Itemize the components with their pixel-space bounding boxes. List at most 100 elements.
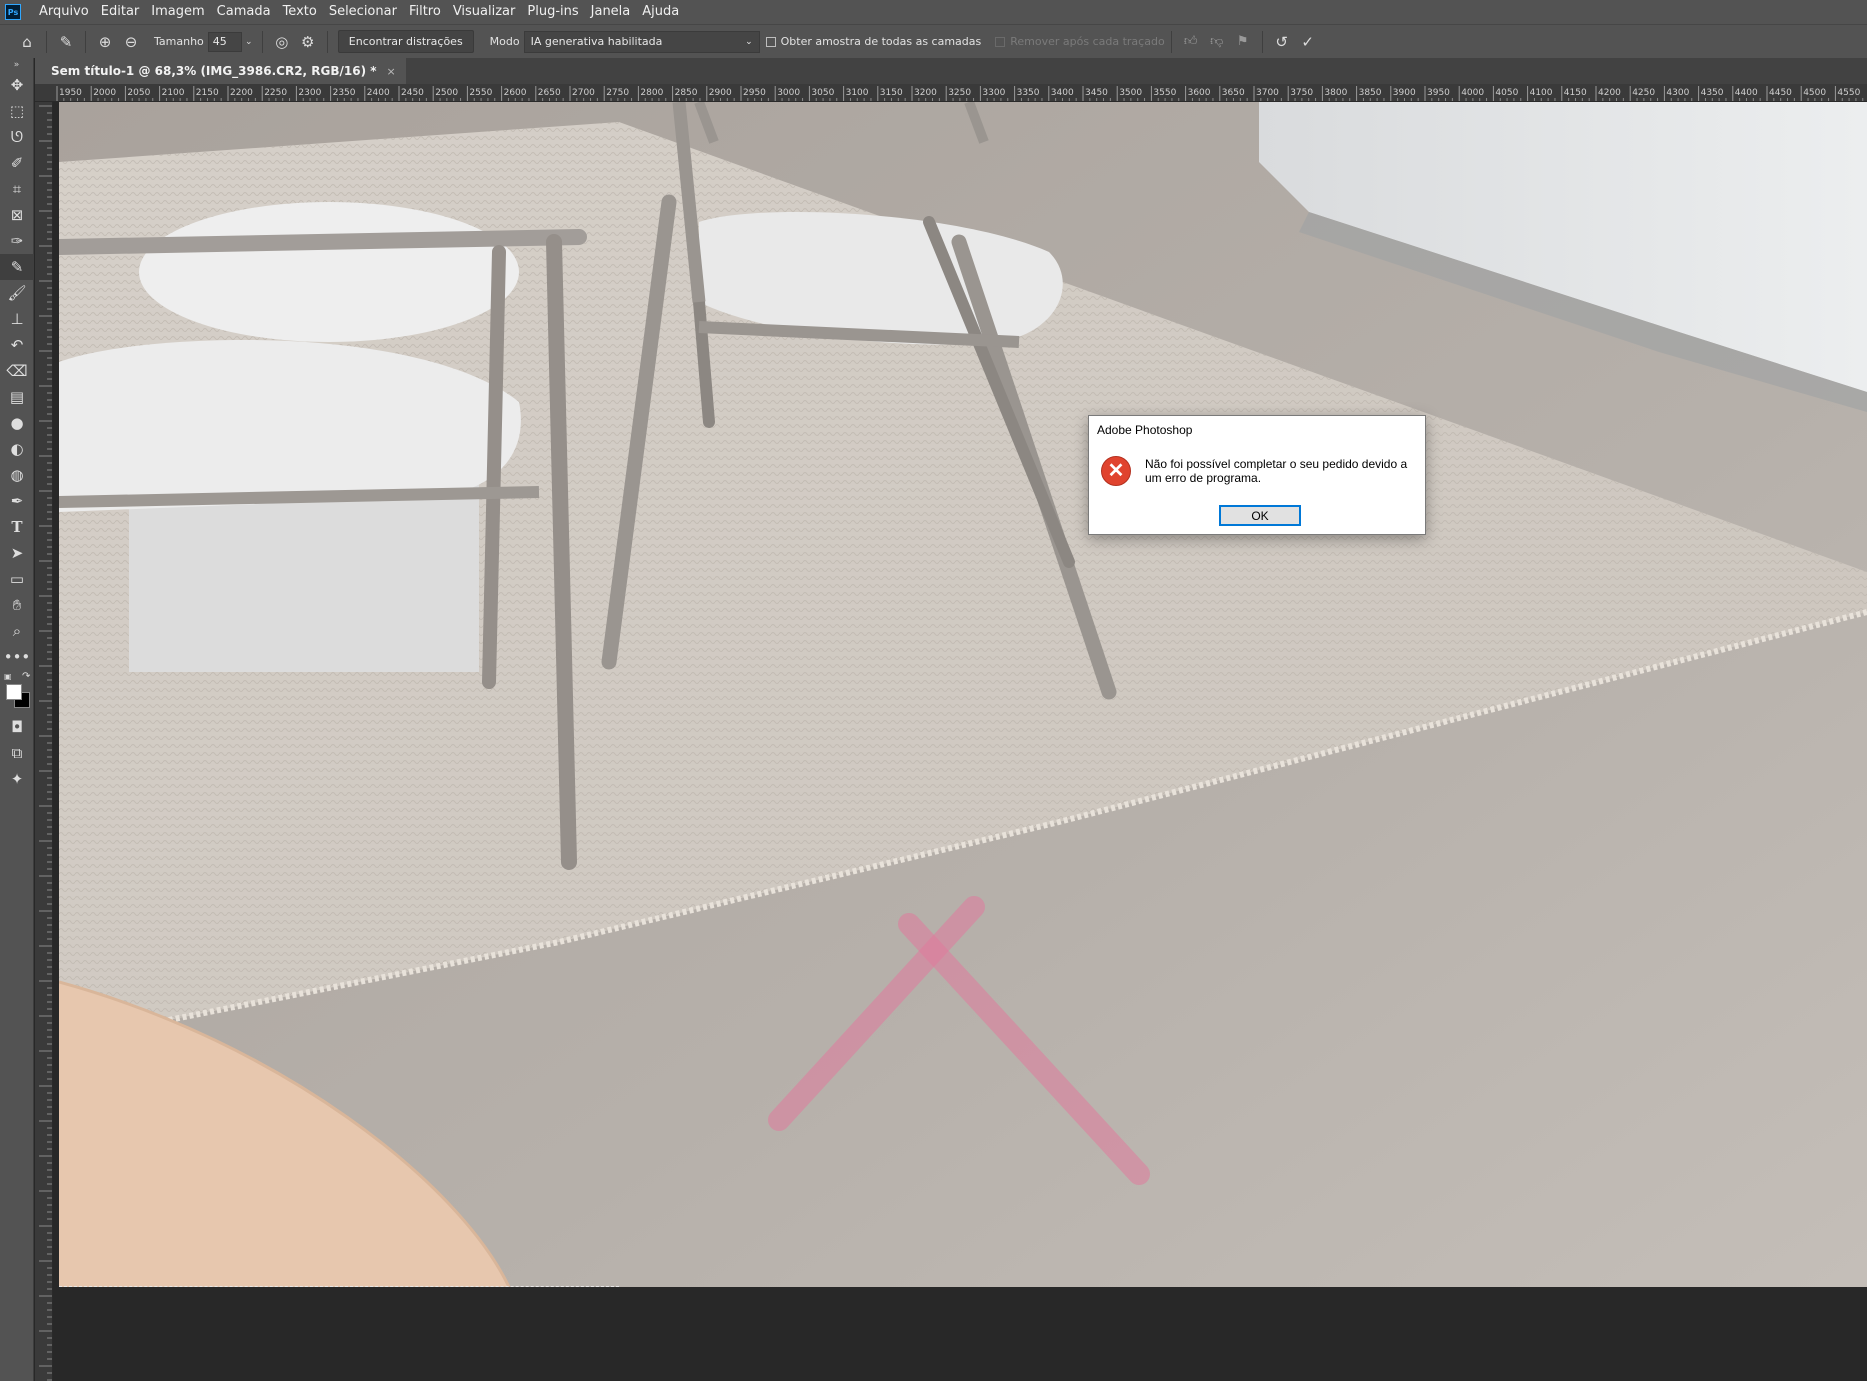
ruler-label: 3050 [811, 88, 834, 98]
menu-visualizar[interactable]: Visualizar [447, 0, 522, 24]
mode-select[interactable]: IA generativa habilitada ⌄ [523, 30, 760, 53]
home-icon[interactable]: ⌂ [14, 29, 40, 55]
ruler-label: 2250 [264, 88, 287, 98]
document-tab[interactable]: Sem título-1 @ 68,3% (IMG_3986.CR2, RGB/… [35, 58, 406, 84]
marquee-tool-icon[interactable]: ⬚ [0, 98, 34, 124]
size-input[interactable]: 45 [207, 31, 242, 52]
blur-tool-icon[interactable]: ● [0, 410, 34, 436]
ruler-label: 4350 [1701, 88, 1724, 98]
pen-tool-icon[interactable]: ✒ [0, 488, 34, 514]
document-image[interactable] [59, 102, 1867, 1287]
selection-marching-ants [59, 1286, 619, 1287]
eyedropper-tool-icon[interactable]: ✑ [0, 228, 34, 254]
menu-selecionar[interactable]: Selecionar [323, 0, 403, 24]
remove-tool-preset-icon[interactable]: ✎ [53, 29, 79, 55]
menu-bar: Ps Arquivo Editar Imagem Camada Texto Se… [0, 0, 1867, 24]
menu-plugins[interactable]: Plug-ins [521, 0, 584, 24]
size-label: Tamanho [154, 35, 204, 48]
thumbs-up-icon[interactable]: 👍︎ [1178, 29, 1204, 55]
options-divider [46, 30, 47, 53]
menu-editar[interactable]: Editar [95, 0, 146, 24]
ruler-label: 3350 [1017, 88, 1040, 98]
zoom-tool-icon[interactable]: ⌕ [0, 618, 34, 644]
remove-tool-icon[interactable]: ✎ [0, 254, 34, 280]
ruler-label: 3450 [1085, 88, 1108, 98]
default-colors-icon[interactable]: ▣ [4, 672, 13, 681]
options-bar: ⌂ ✎ ⊕ ⊖ Tamanho 45 ⌄ ◎ ⚙ Encontrar distr… [0, 24, 1867, 58]
ruler-label: 2550 [469, 88, 492, 98]
path-selection-tool-icon[interactable]: ➤ [0, 540, 34, 566]
ruler-label: 2350 [333, 88, 356, 98]
history-brush-tool-icon[interactable]: ↶ [0, 332, 34, 358]
commit-checkmark-icon[interactable]: ✓ [1295, 29, 1321, 55]
subtract-from-brush-icon[interactable]: ⊖ [118, 29, 144, 55]
ruler-label: 3300 [982, 88, 1005, 98]
sample-all-layers-checkbox[interactable] [765, 36, 776, 47]
menu-imagem[interactable]: Imagem [145, 0, 210, 24]
dialog-message: Não foi possível completar o seu pedido … [1145, 457, 1408, 485]
crop-tool-icon[interactable]: ⌗ [0, 176, 34, 202]
add-to-brush-icon[interactable]: ⊕ [92, 29, 118, 55]
menu-camada[interactable]: Camada [211, 0, 277, 24]
frame-tool-icon[interactable]: ⊠ [0, 202, 34, 228]
ruler-label: 1950 [59, 88, 82, 98]
chevron-down-icon[interactable]: ⌄ [242, 29, 256, 55]
ruler-label: 2700 [572, 88, 595, 98]
flag-icon[interactable]: ⚑ [1230, 29, 1256, 55]
photo-scene [59, 102, 1867, 1287]
horizontal-ruler-scale: 1950 2000 2050 2100 2150 2200 2250 2300 2350 2400… [56, 86, 1864, 101]
more-tools-icon[interactable]: ••• [0, 644, 34, 670]
type-tool-icon[interactable]: T [0, 514, 34, 540]
rectangle-tool-icon[interactable]: ▭ [0, 566, 34, 592]
gear-icon[interactable]: ⚙ [295, 29, 321, 55]
dialog-title: Adobe Photoshop [1097, 423, 1193, 437]
remove-after-stroke-checkbox[interactable] [995, 36, 1006, 47]
ruler-label: 2050 [127, 88, 150, 98]
ruler-label: 2850 [675, 88, 698, 98]
brush-tool-icon[interactable]: 🖌︎ [0, 280, 34, 306]
canvas-area[interactable] [53, 102, 1867, 1381]
eraser-tool-icon[interactable]: ⌫ [0, 358, 34, 384]
gradient-tool-icon[interactable]: ▤ [0, 384, 34, 410]
hand-tool-icon[interactable]: ✋︎ [0, 592, 34, 618]
photoshop-logo: Ps [5, 4, 21, 20]
ruler-label: 3600 [1188, 88, 1211, 98]
error-dialog: Adobe Photoshop ✕ Não foi possível compl… [1088, 415, 1426, 535]
tools-panel: » ✥ ⬚ ᘎ ✐ ⌗ ⊠ ✑ ✎ 🖌︎ ⊥ ↶ ⌫ ▤ ● ◐ ◍ ✒ T ➤… [0, 58, 34, 1381]
ruler-label: 4550 [1837, 88, 1860, 98]
sponge-tool-icon[interactable]: ◍ [0, 462, 34, 488]
menu-ajuda[interactable]: Ajuda [636, 0, 685, 24]
ruler-label: 2450 [401, 88, 424, 98]
lasso-tool-icon[interactable]: ᘎ [0, 124, 34, 150]
quick-mask-icon[interactable]: ◘ [0, 714, 34, 740]
dodge-tool-icon[interactable]: ◐ [0, 436, 34, 462]
ruler-label: 3650 [1222, 88, 1245, 98]
vertical-ruler-scale [39, 105, 52, 1381]
error-icon: ✕ [1101, 456, 1131, 486]
thumbs-down-icon[interactable]: 👎︎ [1204, 29, 1230, 55]
ok-button[interactable]: OK [1219, 505, 1301, 526]
menu-filtro[interactable]: Filtro [403, 0, 447, 24]
brush-pressure-icon[interactable]: ◎ [269, 29, 295, 55]
menu-texto[interactable]: Texto [277, 0, 323, 24]
foreground-color-swatch[interactable] [6, 684, 22, 700]
document-tab-title: Sem título-1 @ 68,3% (IMG_3986.CR2, RGB/… [51, 64, 377, 78]
generative-fill-icon[interactable]: ✦ [0, 766, 34, 792]
close-icon[interactable]: × [387, 65, 396, 78]
ruler-label: 2950 [743, 88, 766, 98]
quick-selection-tool-icon[interactable]: ✐ [0, 150, 34, 176]
collapse-panel-icon[interactable]: » [0, 58, 33, 72]
find-distractions-button[interactable]: Encontrar distrações [337, 30, 474, 53]
screen-mode-icon[interactable]: ⧉ [0, 740, 34, 766]
stamp-tool-icon[interactable]: ⊥ [0, 306, 34, 332]
menu-arquivo[interactable]: Arquivo [33, 0, 95, 24]
ruler-label: 4200 [1598, 88, 1621, 98]
ruler-label: 3900 [1393, 88, 1416, 98]
swap-colors-icon[interactable]: ↷ [22, 671, 30, 682]
ruler-label: 3500 [1119, 88, 1142, 98]
horizontal-ruler: 1950 2000 2050 2100 2150 2200 2250 2300 2350 2400… [35, 84, 1867, 102]
move-tool-icon[interactable]: ✥ [0, 72, 34, 98]
ruler-label: 2400 [367, 88, 390, 98]
menu-janela[interactable]: Janela [585, 0, 637, 24]
cancel-undo-icon[interactable]: ↺ [1269, 29, 1295, 55]
